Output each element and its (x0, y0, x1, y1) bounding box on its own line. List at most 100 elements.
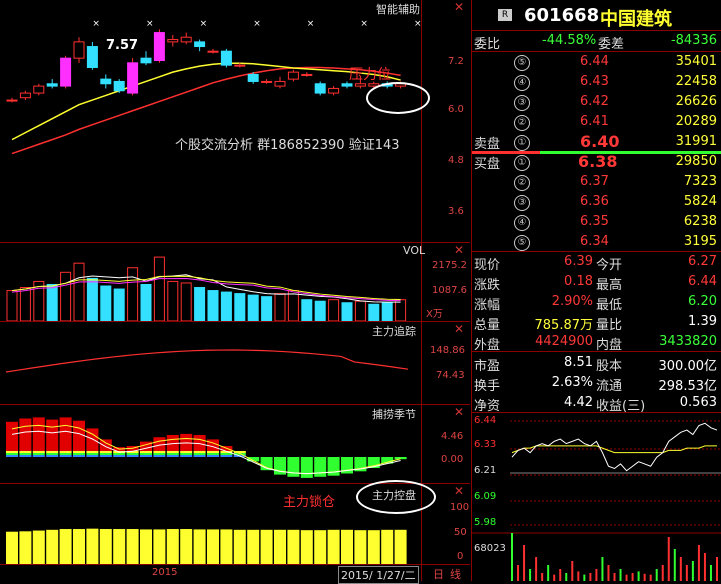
buy-price: 6.36 (580, 194, 609, 209)
season-panel[interactable]: 捕捞季节 ✕ 4.46 0.00 (0, 405, 470, 484)
volume-bar (86, 277, 98, 321)
stat-label: 市盈 (474, 359, 501, 374)
control-bar (73, 529, 85, 564)
webi-row: 委比 -44.58% 委差 -84336 (472, 31, 721, 52)
season-stripe (99, 455, 112, 457)
stat-value: 298.53亿 (658, 379, 718, 394)
buy-order-row: ① 6.38 29850 (472, 152, 721, 172)
control-bar (300, 530, 313, 564)
season-stripe (86, 453, 99, 455)
season-stripe (153, 451, 166, 453)
season-stripe (113, 455, 126, 457)
buy-price: 6.35 (580, 214, 609, 229)
marker-x: × (253, 19, 261, 29)
vol-unit-label: X万 (426, 309, 443, 320)
close-icon[interactable]: ✕ (454, 484, 464, 498)
sell-order-row: ⑤ 6.44 35401 (472, 52, 721, 72)
tab-day[interactable]: 日 (433, 566, 444, 582)
control-y-label-3: 0 (457, 551, 464, 562)
season-stripe (32, 451, 45, 453)
control-bar (180, 529, 193, 564)
season-stripe (126, 455, 139, 457)
stat-value: 6.27 (688, 254, 717, 269)
candle-body (247, 73, 259, 82)
season-stripe (6, 451, 18, 453)
season-stripe (6, 453, 18, 455)
close-icon[interactable]: ✕ (454, 0, 464, 14)
volume-bar (140, 283, 152, 321)
volume-bar (287, 290, 299, 321)
volume-bar (247, 294, 259, 321)
sell-price: 6.41 (580, 114, 609, 129)
stat-label: 涨跌 (474, 278, 501, 293)
tab-line[interactable]: 线 (450, 566, 461, 582)
candle-body (60, 57, 72, 87)
volume-bar (167, 280, 179, 321)
intraday-svg (472, 420, 721, 581)
intraday-chart[interactable]: 6.44 6.33 6.21 6.09 5.98 68023 (472, 413, 721, 581)
track-y-label-1: 148.86 (430, 345, 465, 356)
volume-panel[interactable]: VOL ✕ 2175.2 1087.6 X万 (0, 243, 470, 322)
buy-price: 6.37 (580, 174, 609, 189)
volume-bar (113, 288, 125, 321)
marker-x: × (92, 19, 100, 29)
close-icon[interactable]: ✕ (454, 243, 464, 257)
candle-body (287, 71, 299, 80)
season-stripe (59, 451, 72, 453)
stock-header: R 601668 中国建筑 (472, 0, 721, 31)
control-bar (314, 530, 327, 564)
date-label: 2015/ 1/27/二 (338, 566, 419, 584)
control-bar (274, 529, 286, 564)
sell-level-number: ③ (514, 95, 530, 111)
volume-bar (207, 290, 219, 321)
control-bar (381, 529, 394, 564)
r-badge[interactable]: R (498, 9, 512, 21)
control-bar (86, 528, 99, 564)
close-icon[interactable]: ✕ (454, 322, 464, 336)
sell-level-number: ① (514, 135, 530, 151)
marker-x: × (200, 19, 208, 29)
season-chart (6, 417, 407, 478)
sell-order-row: ④ 6.43 22458 (472, 72, 721, 92)
season-bar-up (207, 439, 219, 451)
season-stripe (6, 455, 18, 457)
stat-value: 785.87万 (534, 318, 594, 333)
buy-volume: 29850 (675, 154, 717, 169)
stat-row: 市盈 8.51 股本 300.00亿 (472, 353, 721, 374)
volume-bar (328, 299, 340, 321)
buy-order-row: ② 6.37 7323 (472, 172, 721, 192)
stat-row: 涨幅 2.90% 最低 6.20 (472, 292, 721, 313)
candlestick-chart: ×××××××× (6, 19, 421, 155)
stat-value: 1.39 (688, 314, 717, 329)
sell-order-row: ② 6.41 20289 (472, 112, 721, 132)
volume-bar (234, 293, 246, 321)
season-stripe (113, 453, 126, 455)
pressure-label: 压力位 (349, 67, 391, 83)
buy-level-number: ③ (514, 195, 530, 211)
candle-body (207, 50, 219, 53)
sell-price: 6.44 (580, 54, 609, 69)
sell-volume: 20289 (675, 114, 717, 129)
stat-label: 最高 (596, 278, 623, 293)
season-stripe (126, 453, 139, 455)
main-track-line (5, 349, 409, 373)
buy-volume: 7323 (683, 174, 717, 189)
candle-body (19, 92, 31, 99)
control-bar (46, 529, 59, 564)
candle-body (301, 73, 313, 76)
close-icon[interactable]: ✕ (454, 405, 464, 419)
kline-panel[interactable]: 智能辅助 ✕ ×××××××× 7.57 压力位 个股交流分析 群1868523… (0, 0, 470, 243)
candle-body (100, 78, 112, 85)
candle-body (274, 80, 286, 87)
main-track-panel[interactable]: 主力追踪 ✕ 148.86 74.43 (0, 322, 470, 405)
control-bar (140, 529, 152, 564)
season-stripe (32, 455, 45, 457)
season-stripe (46, 451, 59, 453)
stat-value: 6.44 (688, 274, 717, 289)
season-stripe (220, 455, 233, 457)
volume-chart (6, 256, 407, 321)
season-stripe (19, 451, 32, 453)
control-bar (233, 529, 246, 564)
season-y-label-2: 0.00 (441, 454, 464, 465)
candle-body (167, 39, 179, 43)
